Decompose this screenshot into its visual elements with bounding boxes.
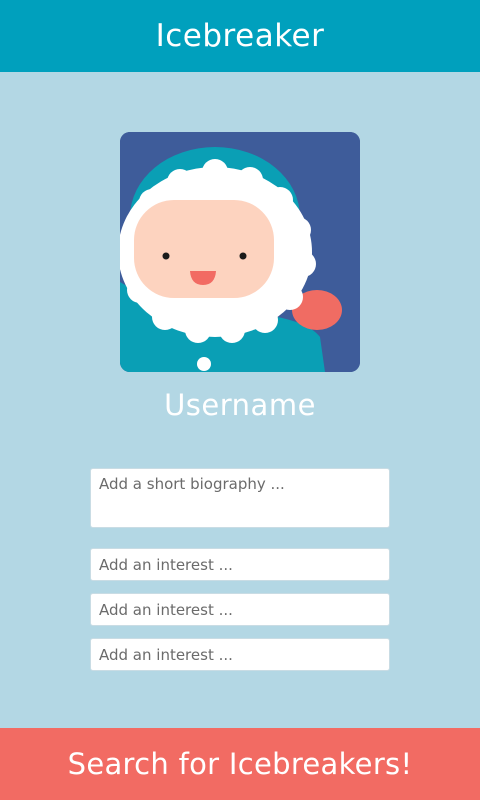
interest-field-3[interactable] bbox=[90, 638, 390, 671]
username: Username bbox=[164, 388, 316, 422]
interest-field-2[interactable] bbox=[90, 593, 390, 626]
avatar bbox=[120, 132, 360, 372]
app-header: Icebreaker bbox=[0, 0, 480, 72]
app-title: Icebreaker bbox=[155, 18, 325, 54]
eskimo-avatar-icon bbox=[120, 132, 360, 372]
search-button[interactable]: Search for Icebreakers! bbox=[0, 728, 480, 800]
interest-field-1[interactable] bbox=[90, 548, 390, 581]
biography-field[interactable] bbox=[90, 468, 390, 528]
